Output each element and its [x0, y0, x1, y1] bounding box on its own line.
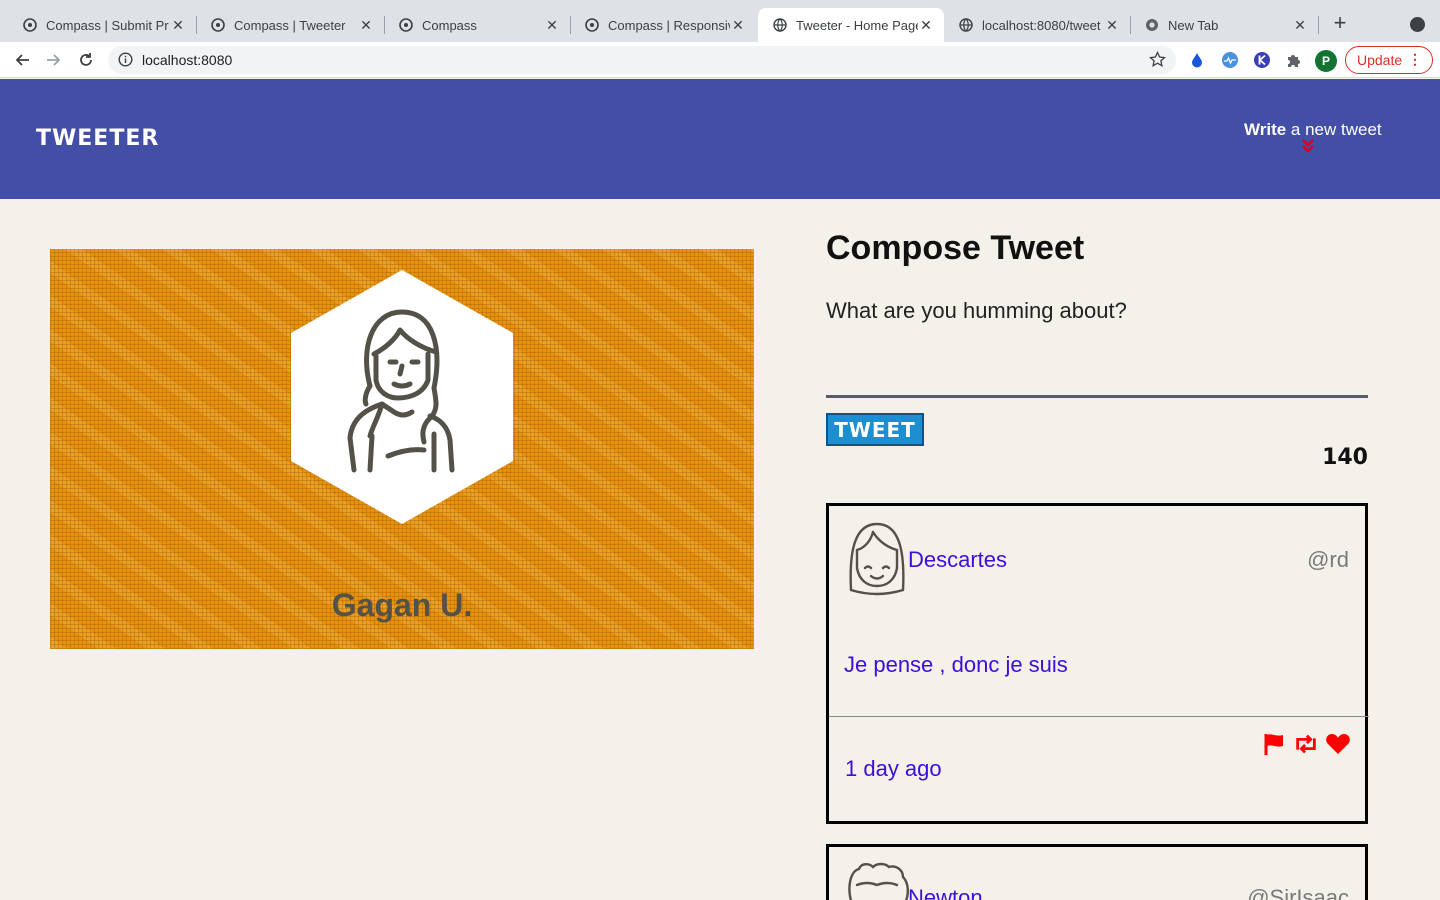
k-extension-icon[interactable] — [1252, 50, 1272, 70]
tab-title: Compass | Tweeter — [234, 17, 346, 33]
tweet-avatar-icon — [848, 862, 909, 900]
browser-tab-bar: Compass | Submit Pr ✕ Compass | Tweeter … — [0, 0, 1440, 42]
compass-favicon-icon — [584, 17, 600, 33]
compass-favicon-icon — [210, 17, 226, 33]
puzzle-extensions-icon[interactable] — [1284, 50, 1304, 70]
tab-title: Compass | Responsiv — [608, 17, 730, 33]
double-chevron-down-icon[interactable] — [1301, 139, 1315, 156]
new-tab-icon[interactable]: + — [1328, 12, 1352, 36]
tweet-card: Newton @SirIsaac — [826, 844, 1368, 900]
tweet-author-name[interactable]: Newton — [908, 885, 983, 900]
tweet-author-name[interactable]: Descartes — [908, 547, 1007, 573]
forward-icon[interactable] — [44, 50, 64, 70]
profile-avatar[interactable]: P — [1315, 50, 1337, 72]
back-icon[interactable] — [12, 50, 32, 70]
close-tab-icon[interactable]: ✕ — [1292, 17, 1308, 33]
star-icon[interactable] — [1149, 50, 1166, 73]
globe-favicon-icon — [772, 17, 788, 33]
tweet-author-handle: @rd — [1307, 547, 1349, 572]
compass-favicon-icon — [398, 17, 414, 33]
browser-tab[interactable]: Compass | Tweeter ✕ — [196, 8, 384, 42]
pulse-extension-icon[interactable] — [1220, 50, 1240, 70]
profile-card: Gagan U. — [50, 249, 754, 649]
browser-tab-active[interactable]: Tweeter - Home Page ✕ — [758, 8, 944, 42]
close-tab-icon[interactable]: ✕ — [1104, 17, 1120, 33]
user-avatar-icon — [347, 309, 455, 473]
write-bold-text: Write — [1244, 120, 1287, 139]
tweet-card: Descartes @rd Je pense , donc je suis 1 … — [826, 503, 1369, 824]
tab-title: Tweeter - Home Page — [796, 17, 918, 33]
update-label: Update — [1357, 52, 1403, 68]
tab-title: New Tab — [1168, 17, 1219, 33]
url-text: localhost:8080 — [142, 52, 233, 68]
flag-icon[interactable] — [1261, 732, 1287, 756]
browser-toolbar: localhost:8080 P Update ⋮ — [0, 42, 1440, 78]
tab-title: localhost:8080/tweet — [982, 17, 1101, 33]
tweet-body: Je pense , donc je suis — [844, 652, 1068, 677]
reload-icon[interactable] — [76, 50, 96, 70]
close-tab-icon[interactable]: ✕ — [918, 17, 934, 33]
update-button[interactable]: Update ⋮ — [1345, 46, 1433, 74]
browser-tab[interactable]: Compass | Responsiv ✕ — [570, 8, 756, 42]
write-new-tweet-link[interactable]: Write a new tweet — [1244, 120, 1382, 140]
compose-title: Compose Tweet — [826, 229, 1085, 267]
globe-favicon-icon — [958, 17, 974, 33]
character-counter: 140 — [1322, 445, 1368, 470]
address-bar[interactable]: localhost:8080 — [108, 46, 1176, 74]
tweet-actions — [1261, 732, 1351, 756]
compose-tweet-input[interactable] — [826, 298, 1368, 398]
close-tab-icon[interactable]: ✕ — [358, 17, 374, 33]
tab-search-icon[interactable] — [1410, 17, 1425, 32]
browser-tab[interactable]: Compass ✕ — [384, 8, 570, 42]
tweet-author-handle: @SirIsaac — [1247, 885, 1349, 900]
more-menu-icon[interactable]: ⋮ — [1408, 52, 1422, 66]
write-rest-text: a new tweet — [1286, 120, 1382, 139]
browser-tab[interactable]: New Tab ✕ — [1130, 8, 1318, 42]
tweet-divider — [829, 716, 1369, 717]
tweet-timestamp: 1 day ago — [845, 756, 942, 781]
chrome-favicon-icon — [1144, 17, 1160, 33]
site-header: TWEETER Write a new tweet — [0, 79, 1440, 199]
site-logo[interactable]: TWEETER — [36, 126, 159, 151]
close-tab-icon[interactable]: ✕ — [730, 17, 746, 33]
tab-separator — [1318, 16, 1319, 34]
compass-favicon-icon — [22, 17, 38, 33]
heart-icon[interactable] — [1325, 732, 1351, 756]
browser-tab[interactable]: localhost:8080/tweet ✕ — [944, 8, 1130, 42]
tweet-button[interactable]: TWEET — [826, 413, 924, 446]
tab-title: Compass — [422, 17, 477, 33]
close-tab-icon[interactable]: ✕ — [544, 17, 560, 33]
browser-tab[interactable]: Compass | Submit Pr ✕ — [8, 8, 196, 42]
info-icon[interactable] — [118, 52, 133, 72]
tweet-avatar-icon — [849, 522, 905, 596]
tab-title: Compass | Submit Pr — [46, 17, 169, 33]
drop-extension-icon[interactable] — [1187, 50, 1207, 70]
retweet-icon[interactable] — [1293, 732, 1319, 756]
close-tab-icon[interactable]: ✕ — [170, 17, 186, 33]
profile-name: Gagan U. — [331, 587, 473, 623]
